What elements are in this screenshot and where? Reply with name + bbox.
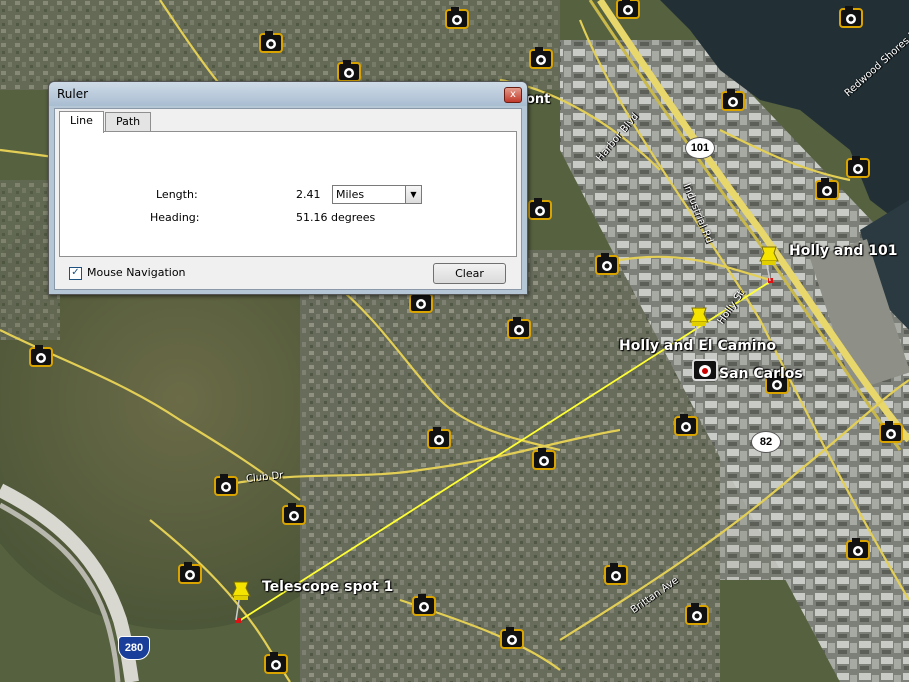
placemark-label-san-carlos[interactable]: San Carlos	[719, 366, 803, 382]
close-icon[interactable]: x	[504, 87, 522, 103]
mouse-navigation-label[interactable]: Mouse Navigation	[87, 266, 186, 279]
photo-camera-icon	[674, 414, 698, 436]
ruler-body: Line Path Length: 2.41 Miles ▼ Heading: …	[54, 108, 522, 290]
tab-line[interactable]: Line	[59, 111, 104, 133]
photo-camera-icon	[839, 6, 863, 28]
photo-camera-icon	[178, 562, 202, 584]
photo-camera-icon	[685, 603, 709, 625]
placemark-label-telescope[interactable]: Telescope spot 1	[262, 579, 393, 595]
length-value: 2.41	[296, 188, 321, 201]
photo-camera-icon	[692, 359, 718, 381]
photo-camera-icon	[412, 594, 436, 616]
photo-camera-icon	[604, 563, 628, 585]
length-label: Length:	[156, 188, 198, 201]
shield-us101: 101	[685, 137, 715, 159]
ruler-titlebar[interactable]: Ruler	[49, 82, 527, 106]
photo-camera-icon	[616, 0, 640, 19]
photo-camera-icon	[507, 317, 531, 339]
photo-camera-icon	[846, 538, 870, 560]
photo-camera-icon	[529, 47, 553, 69]
photo-camera-icon	[29, 345, 53, 367]
shield-i280: 280	[118, 636, 150, 660]
ruler-title: Ruler	[57, 87, 89, 101]
photo-camera-icon	[846, 156, 870, 178]
unit-select-value: Miles	[336, 188, 365, 201]
photo-camera-icon	[532, 448, 556, 470]
shield-ca82: 82	[751, 431, 781, 453]
photo-camera-icon	[815, 178, 839, 200]
photo-camera-icon	[282, 503, 306, 525]
checkbox-icon[interactable]: ✓	[69, 267, 82, 280]
unit-select[interactable]: Miles ▼	[332, 185, 422, 204]
map-label-partial: ont	[526, 92, 551, 107]
photo-camera-icon	[721, 89, 745, 111]
placemark-label-holly-el-camino[interactable]: Holly and El Camino	[619, 338, 776, 354]
photo-camera-icon	[595, 253, 619, 275]
photo-camera-icon	[500, 627, 524, 649]
clear-button[interactable]: Clear	[433, 263, 506, 284]
industrial-area-east	[720, 360, 860, 580]
heading-label: Heading:	[150, 211, 200, 224]
photo-camera-icon	[528, 198, 552, 220]
placemark-label-holly-101[interactable]: Holly and 101	[789, 243, 897, 259]
photo-camera-icon	[445, 7, 469, 29]
dropdown-arrow-icon[interactable]: ▼	[405, 186, 421, 203]
heading-value: 51.16 degrees	[296, 211, 376, 224]
photo-camera-icon	[427, 427, 451, 449]
photo-camera-icon	[264, 652, 288, 674]
photo-camera-icon	[879, 421, 903, 443]
tab-path[interactable]: Path	[104, 112, 152, 132]
photo-camera-icon	[259, 31, 283, 53]
photo-camera-icon	[337, 60, 361, 82]
ruler-line-panel: Length: 2.41 Miles ▼ Heading: 51.16 degr…	[59, 131, 517, 257]
ruler-dialog: Ruler x Line Path Length: 2.41 Miles ▼ H…	[48, 81, 528, 295]
photo-camera-icon	[214, 474, 238, 496]
